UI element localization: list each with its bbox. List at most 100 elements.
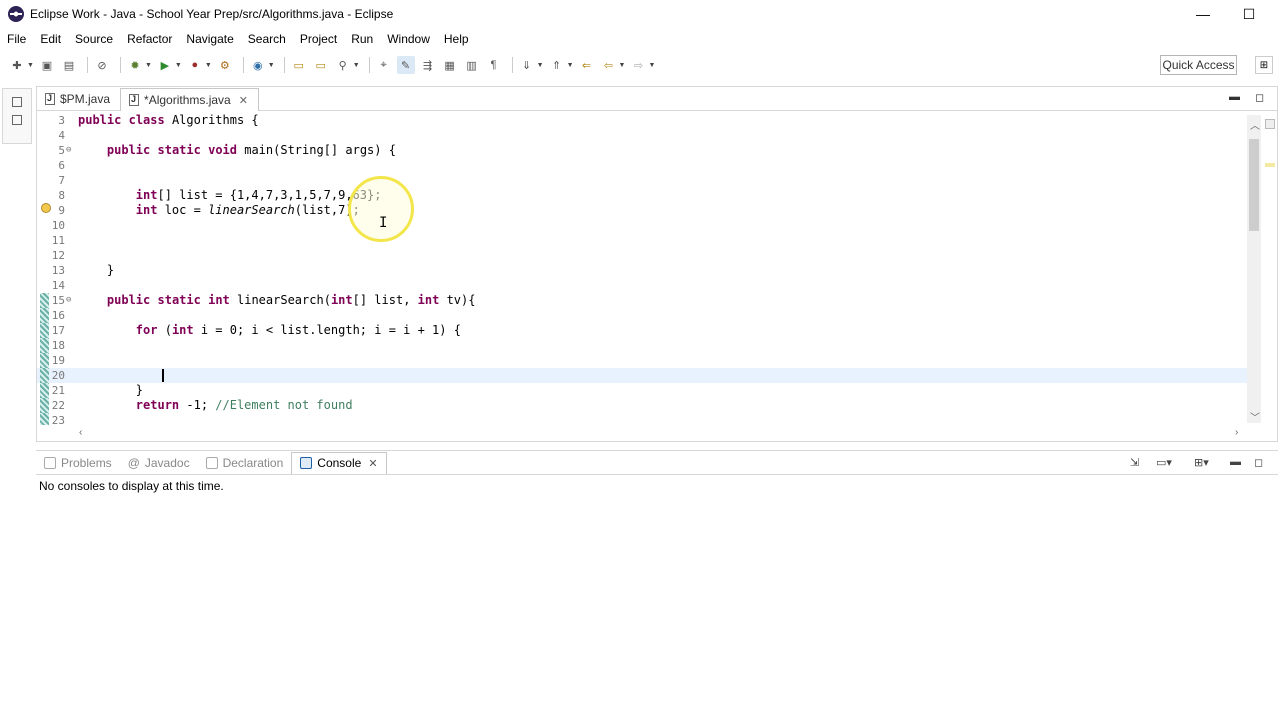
- forward-icon[interactable]: ⇨: [629, 56, 647, 74]
- window-title: Eclipse Work - Java - School Year Prep/s…: [30, 7, 394, 21]
- minimize-button[interactable]: —: [1180, 0, 1226, 28]
- title-bar: Eclipse Work - Java - School Year Prep/s…: [0, 0, 1280, 28]
- code-line: 14: [51, 279, 65, 292]
- code-line: 23: [37, 413, 1247, 425]
- overview-ruler-mark[interactable]: [1265, 163, 1275, 167]
- scrollbar-thumb[interactable]: [1249, 139, 1259, 231]
- mark-occurrences-icon[interactable]: ✎: [396, 56, 415, 74]
- display-console-icon[interactable]: ▭▾: [1156, 456, 1172, 469]
- code-line: 7: [58, 174, 65, 187]
- last-edit-icon[interactable]: ⇐: [578, 56, 596, 74]
- block-selection-icon[interactable]: ▦: [441, 56, 459, 74]
- tab-console[interactable]: Console ✕: [291, 451, 387, 474]
- main-toolbar: ✚ ▼ ▣ ▤ ⊘ ✹ ▼ ▶ ▼ ● ▼ ⚙ ◉ ▼ ▭ ▭ ⚲ ▼ ⌖ ✎ ⇶ ▦ ▥ …: [0, 52, 1280, 78]
- menu-refactor[interactable]: Refactor: [120, 32, 179, 46]
- next-annotation-icon[interactable]: ⇓: [518, 56, 536, 74]
- tab-pm-java[interactable]: $PM.java: [37, 88, 120, 110]
- maximize-editor-icon[interactable]: ◻: [1255, 91, 1264, 104]
- maximize-button[interactable]: ☐: [1226, 0, 1272, 28]
- back-dropdown-icon[interactable]: ▼: [619, 62, 626, 69]
- save-icon[interactable]: ▣: [38, 56, 56, 74]
- tab-label: *Algorithms.java: [144, 93, 231, 107]
- run-dropdown-icon[interactable]: ▼: [175, 62, 182, 69]
- fold-icon[interactable]: ⊖: [66, 143, 71, 158]
- minimize-editor-icon[interactable]: ▬: [1229, 91, 1240, 103]
- menu-source[interactable]: Source: [68, 32, 120, 46]
- menu-run[interactable]: Run: [344, 32, 380, 46]
- previous-annotation-dropdown-icon[interactable]: ▼: [567, 62, 574, 69]
- console-icon: [300, 457, 313, 469]
- vertical-scrollbar[interactable]: ︿ ﹀: [1247, 115, 1261, 424]
- menu-navigate[interactable]: Navigate: [179, 32, 240, 46]
- tab-algorithms-java[interactable]: *Algorithms.java ✕: [120, 88, 259, 111]
- menu-file[interactable]: File: [0, 32, 33, 46]
- fold-icon[interactable]: ⊖: [66, 293, 71, 308]
- quick-access-field[interactable]: Quick Access: [1160, 55, 1237, 75]
- mouse-highlight-circle: [348, 176, 414, 242]
- menu-edit[interactable]: Edit: [33, 32, 68, 46]
- code-line: 10: [51, 219, 65, 232]
- open-task-icon[interactable]: ▭: [312, 56, 330, 74]
- code-area[interactable]: 3 public class Algorithms { 4 5 ⊖ public s…: [37, 113, 1247, 425]
- new-java-project-icon[interactable]: ◉: [249, 56, 267, 74]
- package-explorer-icon[interactable]: [12, 115, 22, 125]
- new-java-dropdown-icon[interactable]: ▼: [268, 62, 275, 69]
- scroll-down-icon[interactable]: ﹀: [1250, 409, 1260, 424]
- debug-icon[interactable]: ✹: [126, 56, 144, 74]
- toolbar-separator: [511, 57, 513, 73]
- coverage-icon[interactable]: ●: [186, 56, 204, 74]
- skip-breakpoints-icon[interactable]: ⊘: [93, 56, 111, 74]
- coverage-dropdown-icon[interactable]: ▼: [205, 62, 212, 69]
- open-type-icon[interactable]: ▭: [290, 56, 308, 74]
- forward-dropdown-icon[interactable]: ▼: [648, 62, 655, 69]
- pilcrow-icon[interactable]: ¶: [485, 56, 503, 74]
- debug-dropdown-icon[interactable]: ▼: [145, 62, 152, 69]
- code-line: 22 return -1; //Element not found: [37, 398, 1247, 413]
- console-tab-bar: Problems @ Javadoc Declaration Console ✕ ⇲…: [36, 451, 1278, 475]
- save-all-icon[interactable]: ▤: [60, 56, 78, 74]
- tab-declaration[interactable]: Declaration: [198, 452, 292, 474]
- restore-icon[interactable]: [12, 97, 22, 107]
- code-line: 11: [51, 234, 65, 247]
- declaration-icon: [205, 456, 218, 469]
- tab-problems[interactable]: Problems: [36, 452, 120, 474]
- open-console-icon[interactable]: ⊞▾: [1194, 456, 1209, 469]
- close-icon[interactable]: ✕: [368, 457, 377, 470]
- show-whitespace-icon[interactable]: ▥: [463, 56, 481, 74]
- close-icon[interactable]: ✕: [239, 94, 248, 107]
- next-annotation-dropdown-icon[interactable]: ▼: [537, 62, 544, 69]
- scroll-left-icon[interactable]: ‹: [79, 427, 82, 438]
- search-icon[interactable]: ⚲: [334, 56, 352, 74]
- open-perspective-icon[interactable]: ⊞: [1255, 56, 1273, 74]
- toolbar-separator: [86, 57, 88, 73]
- horizontal-scrollbar[interactable]: ‹ ›: [37, 427, 1247, 441]
- code-line: 16: [37, 308, 1247, 323]
- pin-console-icon[interactable]: ⇲: [1130, 456, 1139, 469]
- pin-icon[interactable]: ⌖: [375, 56, 393, 74]
- search-dropdown-icon[interactable]: ▼: [353, 62, 360, 69]
- maximize-panel-icon[interactable]: ◻: [1254, 456, 1263, 469]
- tab-javadoc[interactable]: @ Javadoc: [120, 452, 198, 474]
- java-editor: $PM.java *Algorithms.java ✕ ▬ ◻ 3public …: [36, 86, 1278, 442]
- new-dropdown-icon[interactable]: ▼: [27, 62, 34, 69]
- code-line: 6: [58, 159, 65, 172]
- toolbar-separator: [368, 57, 370, 73]
- console-message: No consoles to display at this time.: [39, 479, 224, 493]
- scroll-up-icon[interactable]: ︿: [1250, 117, 1260, 132]
- menu-project[interactable]: Project: [293, 32, 344, 46]
- external-tools-icon[interactable]: ⚙: [216, 56, 234, 74]
- menu-search[interactable]: Search: [241, 32, 293, 46]
- ibeam-cursor-icon: I: [379, 215, 388, 231]
- menu-window[interactable]: Window: [380, 32, 437, 46]
- back-icon[interactable]: ⇦: [600, 56, 618, 74]
- problems-icon: [44, 456, 56, 469]
- word-wrap-icon[interactable]: ⇶: [419, 56, 437, 74]
- javadoc-icon: @: [127, 455, 140, 470]
- new-icon[interactable]: ✚: [8, 56, 26, 74]
- previous-annotation-icon[interactable]: ⇑: [548, 56, 566, 74]
- run-icon[interactable]: ▶: [156, 56, 174, 74]
- minimize-panel-icon[interactable]: ▬: [1230, 456, 1241, 468]
- editor-tab-bar: $PM.java *Algorithms.java ✕ ▬ ◻: [37, 87, 1277, 111]
- scroll-right-icon[interactable]: ›: [1235, 427, 1238, 438]
- menu-help[interactable]: Help: [437, 32, 476, 46]
